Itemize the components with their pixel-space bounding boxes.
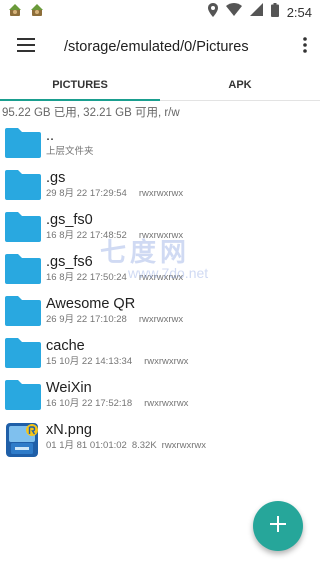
app-notification-icon xyxy=(30,3,44,22)
file-date: 29 8月 22 17:29:54 xyxy=(46,188,127,199)
file-permissions: rwxrwxrwx xyxy=(138,188,184,199)
file-permissions: rwxrwxrwx xyxy=(144,398,189,409)
overflow-menu-icon xyxy=(303,36,307,58)
list-item-xn-png[interactable]: xN.png 01 1月 81 01:01:02 8.32K rwxrwxrwx xyxy=(0,416,320,458)
file-date: 16 8月 22 17:50:24 xyxy=(46,272,127,283)
folder-icon xyxy=(3,210,43,244)
file-name: .gs xyxy=(46,170,66,186)
file-name: Awesome QR xyxy=(46,296,136,312)
folder-icon xyxy=(3,378,43,412)
more-options-button[interactable] xyxy=(290,24,320,70)
tab-bar: PICTURES APK xyxy=(0,70,320,101)
folder-icon xyxy=(3,336,43,370)
file-permissions: rwxrwxrwx xyxy=(138,272,184,283)
file-permissions: rwxrwxrwx xyxy=(138,230,184,241)
file-size: 8.32K xyxy=(131,440,157,451)
file-date: 16 8月 22 17:48:52 xyxy=(46,230,127,241)
signal-icon xyxy=(249,3,263,21)
location-icon xyxy=(207,2,218,22)
menu-button[interactable] xyxy=(0,24,52,70)
file-name: xN.png xyxy=(46,422,92,438)
file-date: 15 10月 22 14:13:34 xyxy=(46,356,133,367)
file-permissions: rwxrwxrwx xyxy=(138,314,184,325)
file-date: 16 10月 22 17:52:18 xyxy=(46,398,133,409)
storage-info: 95.22 GB 已用, 32.21 GB 可用, r/w xyxy=(2,107,180,119)
add-fab-button[interactable] xyxy=(253,501,303,551)
battery-icon xyxy=(270,2,279,22)
status-time: 2:54 xyxy=(286,4,312,20)
file-name: WeiXin xyxy=(46,380,92,396)
file-date: 26 9月 22 17:10:28 xyxy=(46,314,127,325)
file-list: .. 上层文件夹 .gs 29 8月 22 17:29:54 rwxrwxrwx … xyxy=(0,122,320,458)
tab-pictures[interactable]: PICTURES xyxy=(0,70,160,101)
folder-icon xyxy=(3,294,43,328)
app-notification-icon xyxy=(8,3,22,22)
file-name: .gs_fs6 xyxy=(46,254,93,270)
status-bar: 2:54 xyxy=(0,0,320,24)
list-item-gs[interactable]: .gs 29 8月 22 17:29:54 rwxrwxrwx xyxy=(0,164,320,206)
file-permissions: rwxrwxrwx xyxy=(144,356,189,367)
list-item-cache[interactable]: cache 15 10月 22 14:13:34 rwxrwxrwx xyxy=(0,332,320,374)
tab-apk[interactable]: APK xyxy=(160,70,320,100)
list-item-parent-folder[interactable]: .. 上层文件夹 xyxy=(0,122,320,164)
list-item-gs-fs6[interactable]: .gs_fs6 16 8月 22 17:50:24 rwxrwxrwx xyxy=(0,248,320,290)
file-name: .. xyxy=(46,128,55,144)
list-item-awesome-qr[interactable]: Awesome QR 26 9月 22 17:10:28 rwxrwxrwx xyxy=(0,290,320,332)
list-item-weixin[interactable]: WeiXin 16 10月 22 17:52:18 rwxrwxrwx xyxy=(0,374,320,416)
image-file-icon xyxy=(3,420,43,457)
toolbar: /storage/emulated/0/Pictures xyxy=(0,24,320,70)
plus-icon xyxy=(270,515,286,537)
file-permissions: rwxrwxrwx xyxy=(161,440,206,451)
file-name: cache xyxy=(46,338,85,354)
list-item-gs-fs0[interactable]: .gs_fs0 16 8月 22 17:48:52 rwxrwxrwx xyxy=(0,206,320,248)
wifi-icon xyxy=(225,3,242,21)
current-path: /storage/emulated/0/Pictures xyxy=(64,39,249,55)
folder-icon xyxy=(3,252,43,286)
file-date: 上层文件夹 xyxy=(46,146,94,157)
file-name: .gs_fs0 xyxy=(46,212,93,228)
hamburger-icon xyxy=(17,37,35,57)
file-date: 01 1月 81 01:01:02 xyxy=(46,440,127,451)
folder-icon xyxy=(3,126,43,160)
folder-icon xyxy=(3,168,43,202)
